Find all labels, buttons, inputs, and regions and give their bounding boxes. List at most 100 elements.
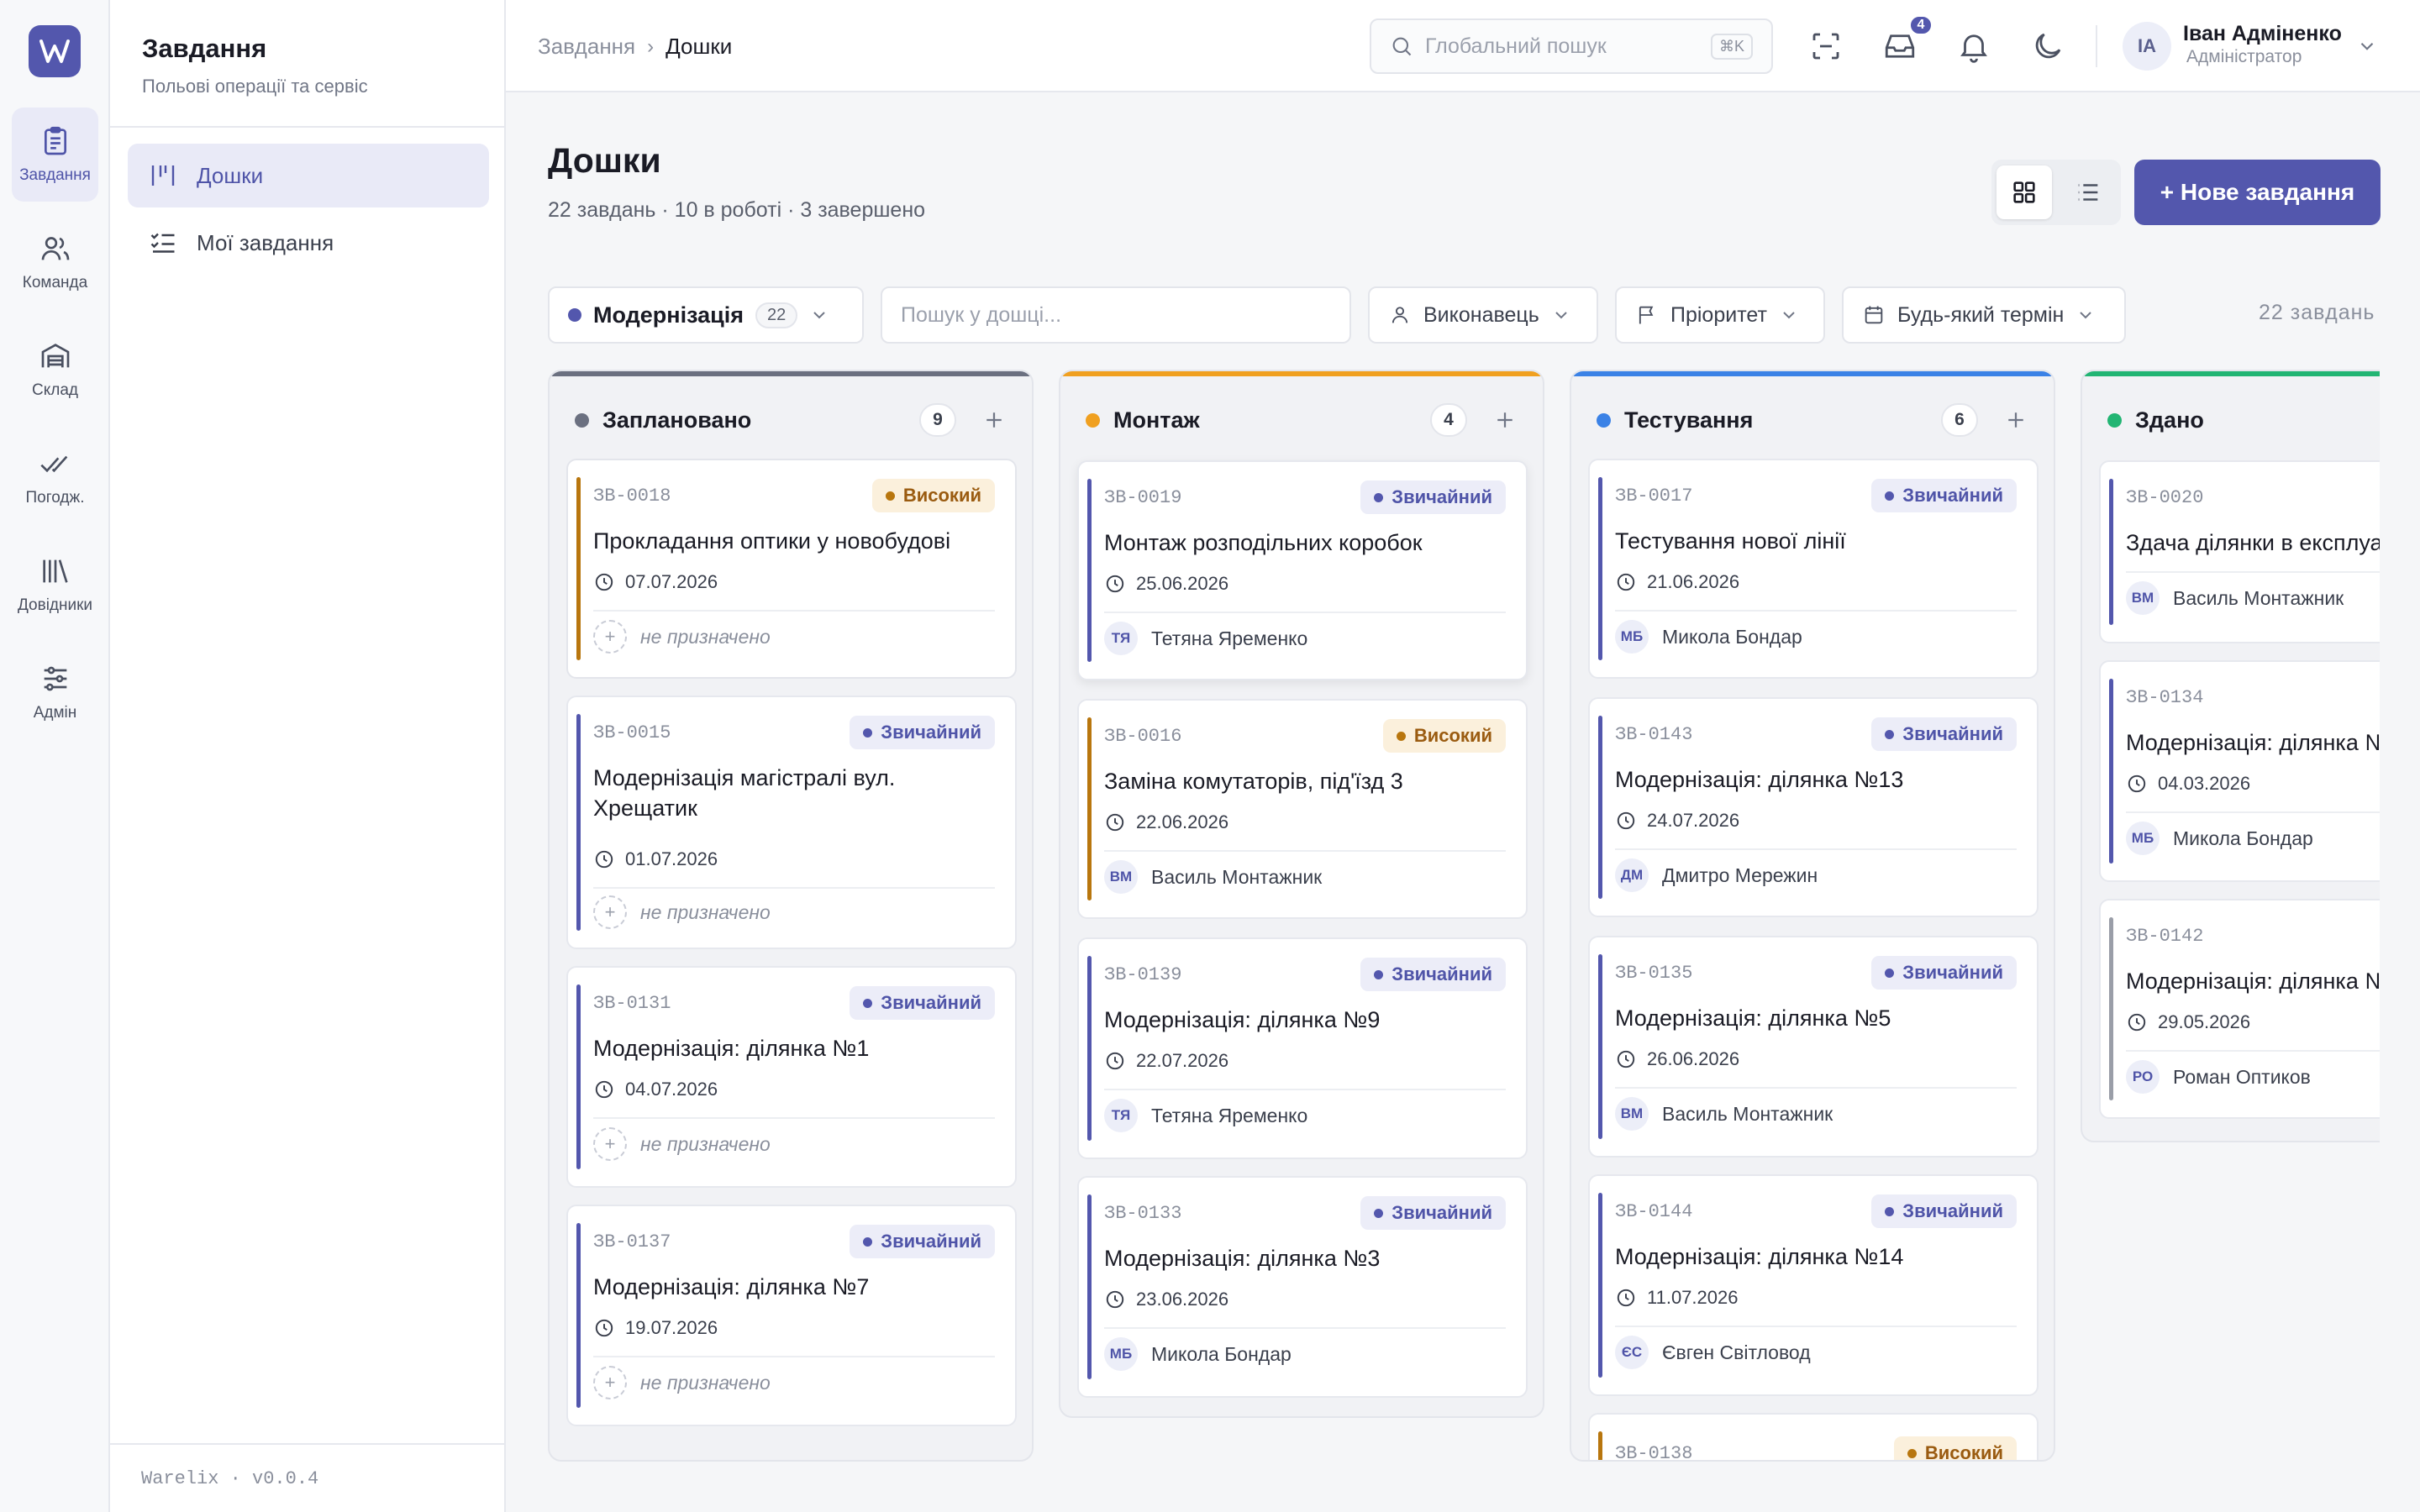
clock-icon: [1106, 1290, 1124, 1309]
task-card[interactable]: ЗВ-0018 Високий Прокладання оптики у новоб…: [566, 459, 1017, 679]
task-card[interactable]: ЗВ-0134 Модернізація: ділянка №4 04.03.202…: [2099, 660, 2380, 882]
assignee-filter[interactable]: Виконавець: [1368, 286, 1598, 344]
priority-label: Звичайний: [1392, 486, 1492, 507]
task-title: Монтаж розподільних коробок: [1104, 530, 1423, 555]
rail-item-tasks[interactable]: Завдання: [12, 108, 98, 202]
assignee-avatar: РО: [2126, 1060, 2160, 1094]
task-card[interactable]: ЗВ-0135 Звичайний Модернізація: ділянка №5…: [1588, 936, 2039, 1158]
warehouse-icon: [41, 344, 69, 368]
theme-toggle-button[interactable]: [2030, 29, 2065, 64]
task-title: Модернізація: ділянка №12: [2126, 969, 2380, 994]
task-due-date: 07.07.2026: [593, 570, 718, 595]
task-card[interactable]: ЗВ-0017 Звичайний Тестування нової лінії 21…: [1588, 459, 2039, 679]
rail-item-admin[interactable]: Адмін: [12, 645, 98, 739]
board-search-input[interactable]: Пошук у дошці...: [881, 286, 1351, 344]
clock-icon: [595, 573, 613, 591]
clock-icon: [2128, 1013, 2146, 1032]
board-selector[interactable]: Модернізація 22: [548, 286, 864, 344]
task-card[interactable]: ЗВ-0016 Високий Заміна комутаторів, під'їз…: [1077, 699, 1528, 919]
grid-view-button[interactable]: [1996, 165, 2052, 219]
clock-icon: [595, 850, 613, 869]
priority-filter[interactable]: Пріоритет: [1615, 286, 1825, 344]
logo-w-icon: [39, 39, 70, 63]
clock-icon: [595, 1080, 613, 1099]
task-title: Модернізація: ділянка №5: [1615, 1005, 1891, 1031]
inbox-icon: [1885, 34, 1915, 58]
due-date-filter[interactable]: Будь-який термін: [1842, 286, 2126, 344]
plus-icon[interactable]: [1492, 407, 1518, 433]
add-assignee-button[interactable]: +: [593, 620, 627, 654]
global-search-input[interactable]: Глобальний пошук ⌘K: [1370, 18, 1773, 74]
user-name[interactable]: Іван Адміненко: [2183, 22, 2342, 46]
assignee-avatar: ЄС: [1615, 1336, 1649, 1369]
task-title: Здача ділянки в експлуатацію: [2126, 530, 2380, 555]
plus-icon[interactable]: [2003, 407, 2028, 433]
due-date-text: 22.06.2026: [1136, 811, 1229, 832]
board-count-badge: 22: [755, 302, 798, 328]
clock-icon: [1106, 1052, 1124, 1070]
card-divider: [593, 1117, 995, 1119]
task-card[interactable]: ЗВ-0139 Звичайний Модернізація: ділянка №9…: [1077, 937, 1528, 1159]
task-id: ЗВ-0018: [593, 486, 671, 507]
task-card[interactable]: ЗВ-0142 Модернізація: ділянка №12 29.05.20…: [2099, 899, 2380, 1119]
sidebar-item-label: Дошки: [197, 162, 264, 188]
inbox-button[interactable]: [1882, 29, 1918, 64]
user-avatar[interactable]: IA: [2123, 22, 2171, 71]
priority-badge: Звичайний: [1871, 1194, 2017, 1228]
task-assignee: + не призначено: [593, 1127, 771, 1161]
notifications-button[interactable]: [1956, 29, 1991, 64]
task-card[interactable]: ЗВ-0138 Високий: [1588, 1413, 2039, 1460]
app-logo[interactable]: [29, 25, 81, 77]
column-title: Здано: [2135, 407, 2204, 433]
add-assignee-button[interactable]: +: [593, 1127, 627, 1161]
task-assignee: ВМ Василь Монтажник: [2126, 581, 2344, 615]
column-count: 9: [919, 403, 956, 437]
add-assignee-button[interactable]: +: [593, 895, 627, 929]
task-card[interactable]: ЗВ-0143 Звичайний Модернізація: ділянка №1…: [1588, 697, 2039, 917]
rail-item-approvals[interactable]: Погодж.: [12, 430, 98, 524]
task-id: ЗВ-0135: [1615, 963, 1693, 984]
chevron-down-icon[interactable]: [2356, 35, 2378, 57]
task-card[interactable]: ЗВ-0020 Здача ділянки в експлуатацію ВМ Вас…: [2099, 460, 2380, 643]
column-header: Монтаж 4: [1086, 403, 1518, 437]
column-status-dot: [575, 412, 589, 428]
task-assignee: ДМ Дмитро Мережин: [1615, 858, 1818, 892]
rail-label: Команда: [22, 274, 88, 291]
breadcrumb-parent[interactable]: Завдання: [538, 34, 635, 60]
sidebar-title: Завдання: [142, 34, 267, 63]
rail-item-warehouse[interactable]: Склад: [12, 323, 98, 417]
rail-item-team[interactable]: Команда: [12, 215, 98, 309]
sidebar-item-my-tasks[interactable]: Мої завдання: [128, 211, 489, 275]
column-header: Тестування 6: [1597, 403, 2028, 437]
breadcrumb: Завдання › Дошки: [538, 34, 732, 60]
priority-dot: [1885, 491, 1895, 501]
list-view-button[interactable]: [2060, 165, 2116, 219]
task-title: Заміна комутаторів, під'їзд 3: [1104, 769, 1403, 794]
search-shortcut: ⌘K: [1710, 33, 1753, 60]
board-column: Заплановано 9 ЗВ-0018 Високий Прокладання оп…: [548, 370, 1034, 1462]
new-task-button[interactable]: + Нове завдання: [2134, 160, 2381, 225]
task-id: ЗВ-0137: [593, 1231, 671, 1252]
card-divider: [593, 610, 995, 612]
task-card[interactable]: ЗВ-0015 Звичайний Модернізація магістралі …: [566, 696, 1017, 949]
task-assignee: ТЯ Тетяна Яременко: [1104, 622, 1307, 655]
task-id: ЗВ-0134: [2126, 687, 2204, 708]
plus-icon[interactable]: [981, 407, 1007, 433]
assignee-name: Дмитро Мережин: [1662, 864, 1818, 886]
rail-item-directories[interactable]: Довідники: [12, 538, 98, 632]
scan-button[interactable]: [1808, 29, 1844, 64]
task-title: Модернізація: ділянка №13: [1615, 767, 1904, 792]
task-card[interactable]: ЗВ-0137 Звичайний Модернізація: ділянка №7…: [566, 1205, 1017, 1426]
column-header: Заплановано 9: [575, 403, 1007, 437]
assignee-name: Тетяна Яременко: [1151, 627, 1308, 649]
sidebar-item-boards[interactable]: Дошки: [128, 144, 489, 207]
add-assignee-button[interactable]: +: [593, 1366, 627, 1399]
task-card[interactable]: ЗВ-0131 Звичайний Модернізація: ділянка №1…: [566, 966, 1017, 1188]
task-card[interactable]: ЗВ-0019 Звичайний Монтаж розподільних коро…: [1077, 460, 1528, 680]
assignee-name: Василь Монтажник: [1151, 865, 1323, 888]
task-card[interactable]: ЗВ-0133 Звичайний Модернізація: ділянка №3…: [1077, 1176, 1528, 1398]
clock-icon: [1617, 1289, 1635, 1307]
column-color-bar: [2082, 371, 2380, 376]
priority-accent-bar: [1087, 717, 1092, 900]
task-card[interactable]: ЗВ-0144 Звичайний Модернізація: ділянка №1…: [1588, 1174, 2039, 1396]
